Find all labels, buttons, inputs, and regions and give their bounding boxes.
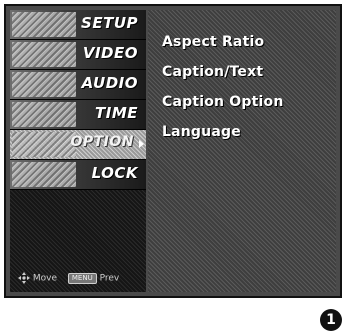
move-hint-label: Move xyxy=(32,273,58,284)
menu-item-time[interactable]: TIME xyxy=(10,100,146,130)
menu-item-label: TIME xyxy=(95,104,138,122)
audio-thumbnail-icon xyxy=(12,72,76,97)
submenu-item-caption-text[interactable]: Caption/Text xyxy=(162,64,263,80)
osd-menu-window: SETUP VIDEO AUDIO TIME OPTION LOCK Move … xyxy=(4,4,342,298)
menu-item-label: SETUP xyxy=(81,14,138,32)
arrow-right-icon xyxy=(139,140,144,148)
menu-item-video[interactable]: VIDEO xyxy=(10,40,146,70)
submenu-item-language[interactable]: Language xyxy=(162,124,241,140)
footnote-marker: 1 xyxy=(320,309,342,331)
menu-key-icon: MENU xyxy=(67,272,97,284)
lock-thumbnail-icon xyxy=(12,162,76,187)
option-thumbnail-icon xyxy=(12,132,76,157)
menu-item-label: AUDIO xyxy=(81,74,138,92)
menu-item-lock[interactable]: LOCK xyxy=(10,160,146,190)
menu-item-label: LOCK xyxy=(91,164,138,182)
menu-item-audio[interactable]: AUDIO xyxy=(10,70,146,100)
menu-item-setup[interactable]: SETUP xyxy=(10,10,146,40)
time-thumbnail-icon xyxy=(12,102,76,127)
submenu-item-caption-option[interactable]: Caption Option xyxy=(162,94,284,110)
submenu-item-aspect-ratio[interactable]: Aspect Ratio xyxy=(162,34,264,50)
menu-item-option[interactable]: OPTION xyxy=(10,130,146,160)
navigation-hint: Move MENU Prev xyxy=(18,272,119,284)
submenu-panel: Aspect Ratio Caption/Text Caption Option… xyxy=(148,10,336,292)
video-thumbnail-icon xyxy=(12,42,76,67)
prev-hint-label: Prev xyxy=(99,273,120,284)
main-menu-sidebar: SETUP VIDEO AUDIO TIME OPTION LOCK Move … xyxy=(10,10,146,292)
menu-item-label: OPTION xyxy=(70,134,134,150)
setup-thumbnail-icon xyxy=(12,12,76,37)
move-arrows-icon xyxy=(18,272,30,284)
menu-item-label: VIDEO xyxy=(82,44,138,62)
